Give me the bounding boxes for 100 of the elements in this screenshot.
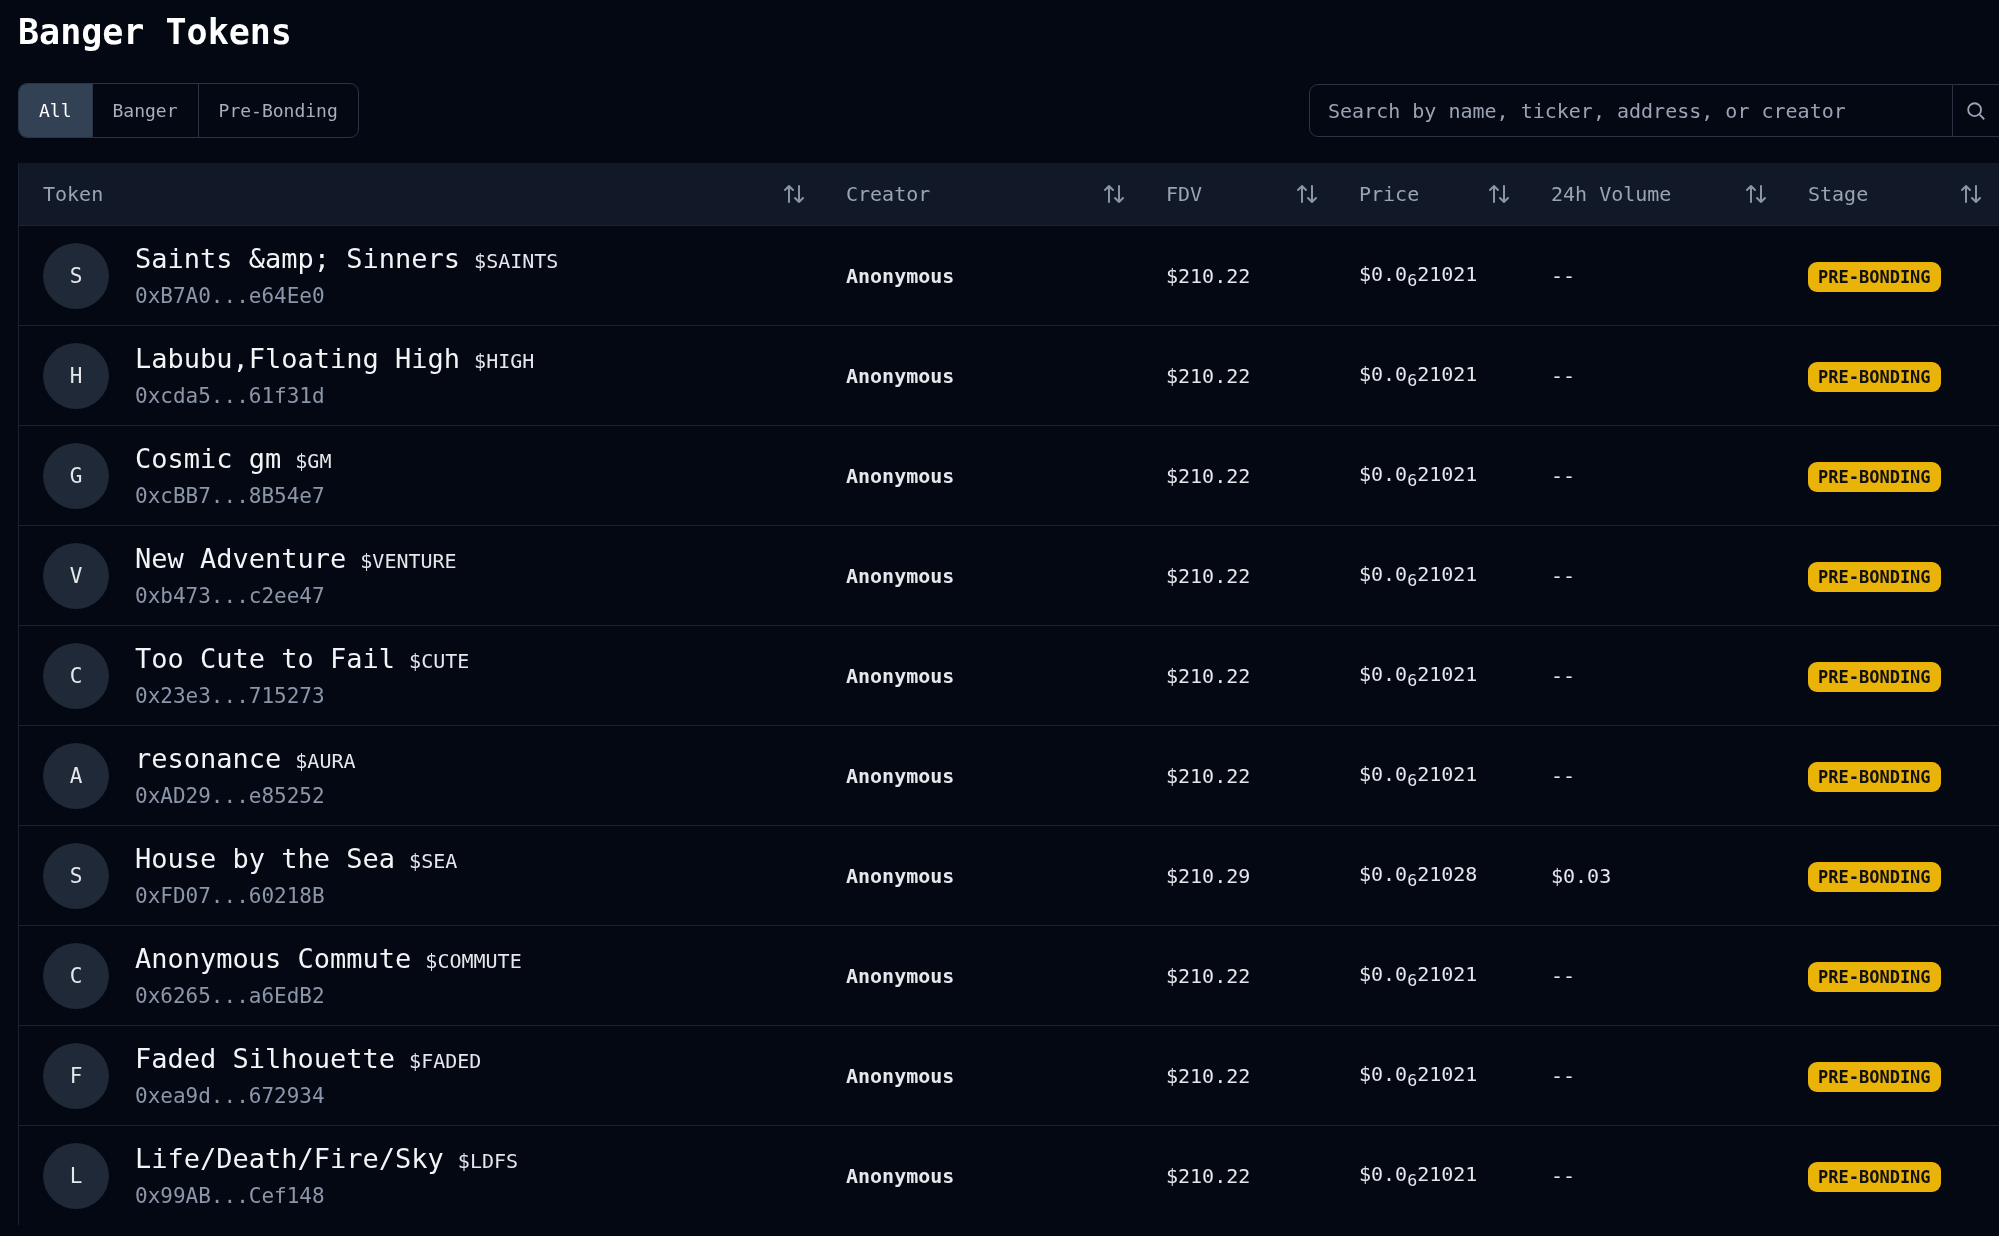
volume-value: -- xyxy=(1551,1063,1576,1088)
price-value: $0.0$_{6}$21021 xyxy=(1359,661,1478,686)
token-ticker: $LDFS xyxy=(457,1149,519,1173)
volume-value: -- xyxy=(1551,463,1576,488)
avatar: C xyxy=(43,942,109,1009)
price-value: $0.0$_{6}$21021 xyxy=(1359,961,1478,986)
token-address: 0xb473...c2ee47 xyxy=(135,584,326,608)
price-value: $0.0$_{6}$21028 xyxy=(1359,861,1478,886)
token-address: 0x6265...a6EdB2 xyxy=(135,984,326,1008)
volume-value: -- xyxy=(1551,963,1576,988)
price-value: $0.0$_{6}$21021 xyxy=(1359,361,1478,386)
avatar: V xyxy=(43,542,109,609)
price-value: $0.0$_{6}$21021 xyxy=(1359,761,1478,786)
fdv-value: $210.22 xyxy=(1166,463,1251,488)
fdv-value: $210.22 xyxy=(1166,1063,1251,1088)
sort-icon[interactable] xyxy=(1959,182,1983,206)
stage-badge: PRE-BONDING xyxy=(1808,261,1941,292)
fdv-value: $210.22 xyxy=(1166,563,1251,588)
creator-name: Anonymous xyxy=(846,763,955,788)
avatar: S xyxy=(43,242,109,309)
volume-value: -- xyxy=(1551,663,1576,688)
filter-tab[interactable]: All xyxy=(19,84,92,137)
sort-icon[interactable] xyxy=(1295,182,1319,206)
price-value: $0.0$_{6}$21021 xyxy=(1359,1061,1478,1086)
volume-value: -- xyxy=(1551,263,1576,288)
price-value: $0.0$_{6}$21021 xyxy=(1359,1161,1478,1186)
creator-name: Anonymous xyxy=(846,863,955,888)
sort-icon[interactable] xyxy=(782,182,806,206)
price-value: $0.0$_{6}$21021 xyxy=(1359,261,1478,286)
column-header[interactable]: Stage xyxy=(1808,182,1869,206)
page-title: Banger Tokens xyxy=(18,11,293,54)
stage-badge: PRE-BONDING xyxy=(1808,961,1941,992)
volume-value: $0.03 xyxy=(1551,863,1612,888)
creator-name: Anonymous xyxy=(846,263,955,288)
volume-value: -- xyxy=(1551,1163,1576,1188)
token-ticker: $COMMUTE xyxy=(425,949,522,973)
avatar: F xyxy=(43,1042,109,1109)
search-button[interactable] xyxy=(1953,84,1999,137)
column-header[interactable]: Creator xyxy=(846,182,931,206)
token-address: 0x23e3...715273 xyxy=(135,684,326,708)
fdv-value: $210.29 xyxy=(1166,863,1251,888)
creator-name: Anonymous xyxy=(846,1163,955,1188)
token-ticker: $GM xyxy=(295,449,332,473)
fdv-value: $210.22 xyxy=(1166,263,1251,288)
token-name: Labubu,Floating High xyxy=(135,343,461,374)
creator-name: Anonymous xyxy=(846,963,955,988)
creator-name: Anonymous xyxy=(846,1063,955,1088)
token-ticker: $VENTURE xyxy=(360,549,457,573)
avatar: L xyxy=(43,1142,109,1209)
column-header[interactable]: Token xyxy=(43,182,104,206)
token-address: 0xB7A0...e64Ee0 xyxy=(135,284,326,308)
token-name: Anonymous Commute xyxy=(135,943,412,974)
column-header[interactable]: Price xyxy=(1359,182,1420,206)
token-ticker: $CUTE xyxy=(409,649,470,673)
token-ticker: $FADED xyxy=(409,1049,482,1073)
avatar: G xyxy=(43,442,109,509)
token-ticker: $AURA xyxy=(295,749,356,773)
token-address: 0xAD29...e85252 xyxy=(135,784,326,808)
volume-value: -- xyxy=(1551,363,1576,388)
price-value: $0.0$_{6}$21021 xyxy=(1359,561,1478,586)
fdv-value: $210.22 xyxy=(1166,963,1251,988)
token-ticker: $HIGH xyxy=(474,349,535,373)
creator-name: Anonymous xyxy=(846,363,955,388)
token-address: 0xFD07...60218B xyxy=(135,884,326,908)
sort-icon[interactable] xyxy=(1744,182,1768,206)
creator-name: Anonymous xyxy=(846,663,955,688)
avatar: C xyxy=(43,642,109,709)
stage-badge: PRE-BONDING xyxy=(1808,561,1941,592)
filter-tab[interactable]: Pre-Bonding xyxy=(197,84,358,137)
token-name: Life/Death/Fire/Sky xyxy=(135,1143,444,1174)
stage-badge: PRE-BONDING xyxy=(1808,1061,1941,1092)
stage-badge: PRE-BONDING xyxy=(1808,861,1941,892)
token-address: 0xea9d...672934 xyxy=(135,1084,326,1108)
column-header[interactable]: FDV xyxy=(1166,182,1203,206)
token-name: House by the Sea xyxy=(135,843,396,874)
stage-badge: PRE-BONDING xyxy=(1808,661,1941,692)
creator-name: Anonymous xyxy=(846,463,955,488)
token-address: 0xcBB7...8B54e7 xyxy=(135,484,326,508)
fdv-value: $210.22 xyxy=(1166,763,1251,788)
fdv-value: $210.22 xyxy=(1166,663,1251,688)
stage-badge: PRE-BONDING xyxy=(1808,361,1941,392)
column-header[interactable]: 24h Volume xyxy=(1551,182,1672,206)
volume-value: -- xyxy=(1551,563,1576,588)
filter-tab[interactable]: Banger xyxy=(91,84,198,137)
sort-icon[interactable] xyxy=(1487,182,1511,206)
sort-icon[interactable] xyxy=(1102,182,1126,206)
token-name: Saints &amp; Sinners xyxy=(135,243,461,274)
token-name: Cosmic gm xyxy=(135,443,282,474)
search-field[interactable]: Search by name, ticker, address, or creator xyxy=(1309,84,1953,137)
avatar: H xyxy=(43,342,109,409)
token-address: 0x99AB...Cef148 xyxy=(135,1184,326,1208)
search-icon xyxy=(1965,99,1987,122)
token-name: Too Cute to Fail xyxy=(135,643,396,674)
avatar: A xyxy=(43,742,109,809)
creator-name: Anonymous xyxy=(846,563,955,588)
fdv-value: $210.22 xyxy=(1166,363,1251,388)
stage-badge: PRE-BONDING xyxy=(1808,461,1941,492)
token-address: 0xcda5...61f31d xyxy=(135,384,326,408)
volume-value: -- xyxy=(1551,763,1576,788)
token-ticker: $SEA xyxy=(409,849,458,873)
